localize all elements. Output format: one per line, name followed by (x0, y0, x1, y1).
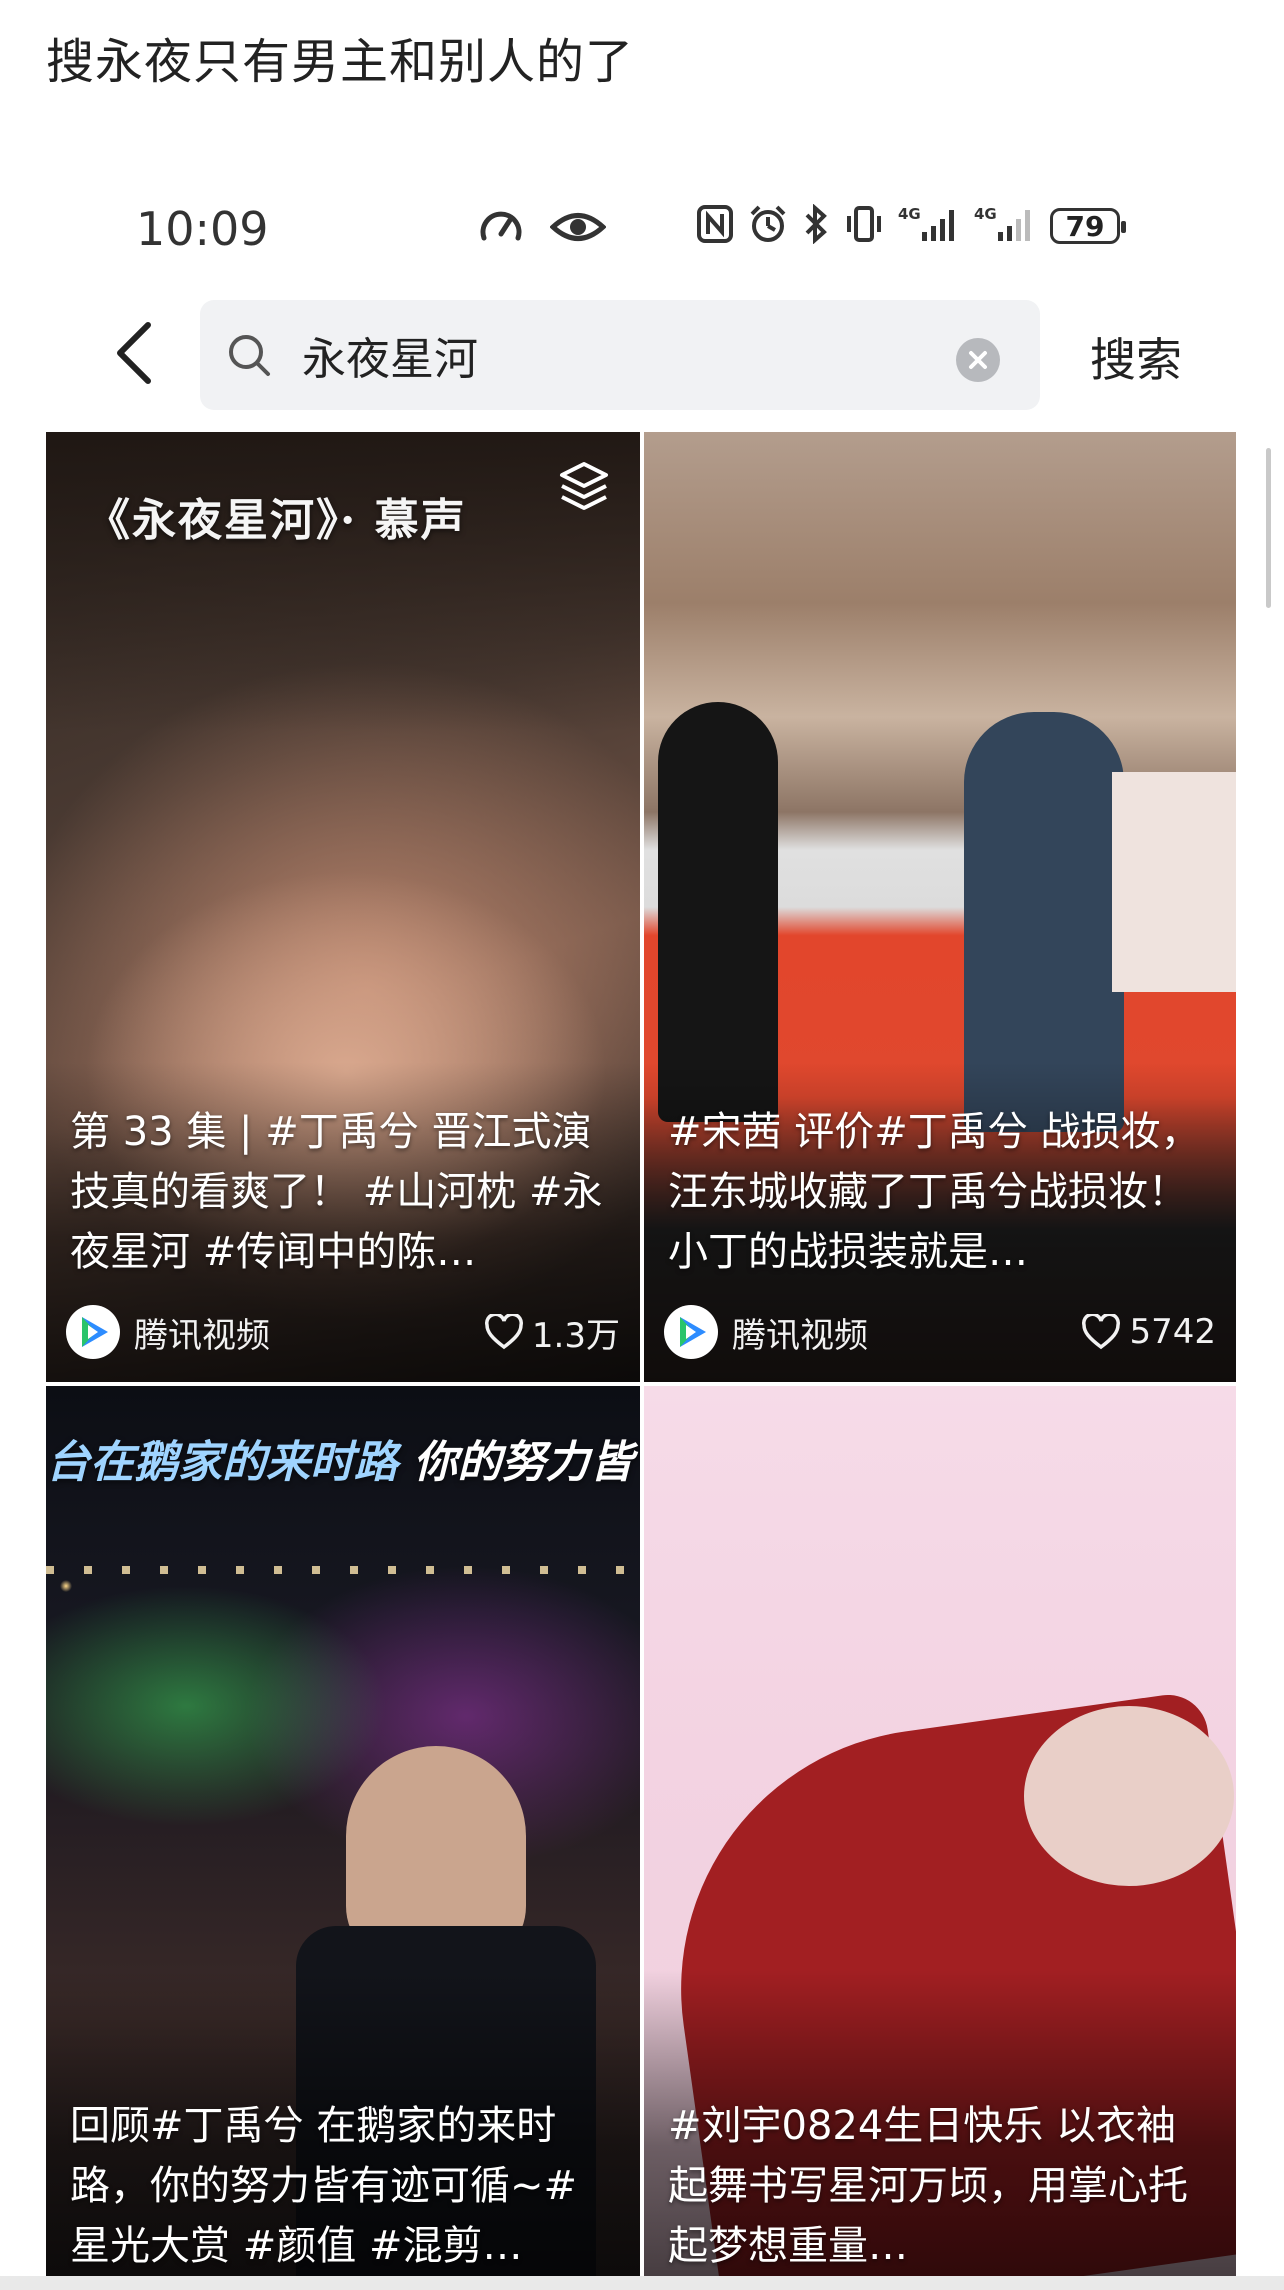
search-bar: 搜索 (0, 296, 1284, 416)
video-banner-text-tail: 你的努力皆 (413, 1437, 634, 1488)
video-source: 腾讯视频 (134, 1315, 270, 1356)
battery-indicator: 79 (1050, 208, 1126, 244)
back-button[interactable] (104, 318, 164, 388)
vibrate-icon (844, 204, 884, 248)
chevron-left-icon (117, 322, 151, 384)
like-count-value: 1.3万 (531, 1315, 620, 1356)
video-banner-text-main: 台在鹅家的来时路 (46, 1437, 398, 1488)
collection-icon (558, 460, 610, 516)
search-box[interactable] (200, 300, 1040, 410)
video-meta: 腾讯视频 1.3万 (66, 1304, 620, 1360)
search-submit-button[interactable]: 搜索 (1090, 324, 1182, 390)
search-input[interactable] (300, 322, 944, 388)
result-card[interactable]: 台在鹅家的来时路 你的努力皆 回顾#丁禹兮 在鹅家的来时路，你的努力皆有迹可循~… (46, 1386, 640, 2290)
post-caption: 搜永夜只有男主和别人的了 (46, 34, 635, 90)
result-card[interactable]: #宋茜 评价#丁禹兮 战损妆，汪东城收藏了丁禹兮战损妆！小丁的战损装就是… 腾讯… (644, 432, 1236, 1382)
like-count[interactable]: 1.3万 (484, 1308, 620, 1357)
scrollbar[interactable] (1266, 448, 1271, 608)
tencent-video-logo-icon (66, 1305, 120, 1359)
status-time: 10:09 (136, 202, 269, 256)
speed-icon (478, 204, 524, 254)
like-count-value: 5742 (1129, 1312, 1216, 1352)
signal-4g-icon: 4G (974, 204, 1036, 248)
eye-icon (549, 204, 607, 254)
like-count[interactable]: 5742 (1081, 1312, 1216, 1352)
bluetooth-icon (802, 203, 830, 248)
video-title: #刘宇0824生日快乐 以衣袖起舞书写星河万顷，用掌心托起梦想重量… (668, 2103, 1188, 2269)
clear-button[interactable] (956, 338, 1000, 382)
svg-text:4G: 4G (898, 205, 921, 223)
video-title: 第 33 集 | #丁禹兮 晋江式演技真的看爽了！ #山河枕 #永夜星河 #传闻… (70, 1109, 603, 1275)
heart-icon (1082, 1314, 1121, 1350)
result-card[interactable]: 《永夜星河》· 慕声 第 33 集 | #丁禹兮 晋江式演技真的看爽了！ #山河… (46, 432, 640, 1382)
search-icon (226, 332, 274, 384)
heart-icon (484, 1314, 523, 1350)
tencent-video-logo-icon (664, 1305, 718, 1359)
nfc-icon (696, 204, 734, 248)
video-title: 回顾#丁禹兮 在鹅家的来时路，你的努力皆有迹可循~#星光大赏 #颜值 #混剪… (70, 2103, 578, 2269)
svg-text:4G: 4G (974, 205, 997, 223)
video-meta: 腾讯视频 5742 (664, 1304, 1216, 1360)
result-card[interactable]: #刘宇0824生日快乐 以衣袖起舞书写星河万顷，用掌心托起梦想重量… (644, 1386, 1236, 2290)
alarm-icon (748, 204, 788, 248)
video-banner-text: 台在鹅家的来时路 你的努力皆 (46, 1426, 633, 1490)
video-source: 腾讯视频 (732, 1315, 868, 1356)
close-icon (969, 351, 987, 369)
results-grid: 《永夜星河》· 慕声 第 33 集 | #丁禹兮 晋江式演技真的看爽了！ #山河… (46, 432, 1236, 2290)
bottom-edge (0, 2276, 1284, 2290)
signal-4g-icon: 4G (898, 204, 960, 248)
video-title: #宋茜 评价#丁禹兮 战损妆，汪东城收藏了丁禹兮战损妆！小丁的战损装就是… (668, 1109, 1201, 1275)
video-overlay-title: 《永夜星河》· 慕声 (86, 495, 467, 546)
status-bar: 10:09 4G 4G 79 (0, 190, 1284, 270)
